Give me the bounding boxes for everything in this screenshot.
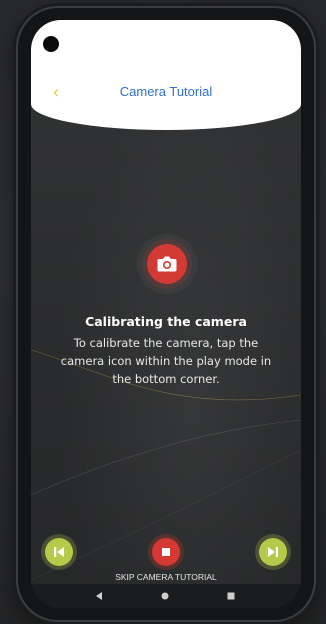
camera-icon[interactable] — [147, 244, 187, 284]
front-camera-hole — [43, 36, 59, 52]
header: ‹ Camera Tutorial — [31, 20, 301, 130]
stage: ‹ Camera Tutorial Calibrating the camera… — [0, 0, 326, 624]
skip-tutorial-link[interactable]: SKIP CAMERA TUTORIAL — [31, 572, 301, 582]
page-title: Camera Tutorial — [119, 84, 213, 99]
nav-home-icon[interactable] — [159, 590, 171, 602]
system-nav-bar — [31, 584, 301, 608]
skip-previous-icon — [54, 547, 64, 557]
camera-glyph-icon — [157, 256, 177, 272]
next-button[interactable] — [259, 538, 287, 566]
screen: ‹ Camera Tutorial Calibrating the camera… — [31, 20, 301, 608]
nav-recent-icon[interactable] — [225, 590, 237, 602]
nav-back-icon[interactable] — [93, 590, 105, 602]
previous-button[interactable] — [45, 538, 73, 566]
tutorial-heading: Calibrating the camera — [85, 314, 247, 329]
stop-icon — [162, 548, 170, 556]
tutorial-description: To calibrate the camera, tap the camera … — [60, 336, 272, 386]
stop-button[interactable] — [152, 538, 180, 566]
skip-next-icon — [268, 547, 278, 557]
phone-frame: ‹ Camera Tutorial Calibrating the camera… — [18, 8, 314, 620]
